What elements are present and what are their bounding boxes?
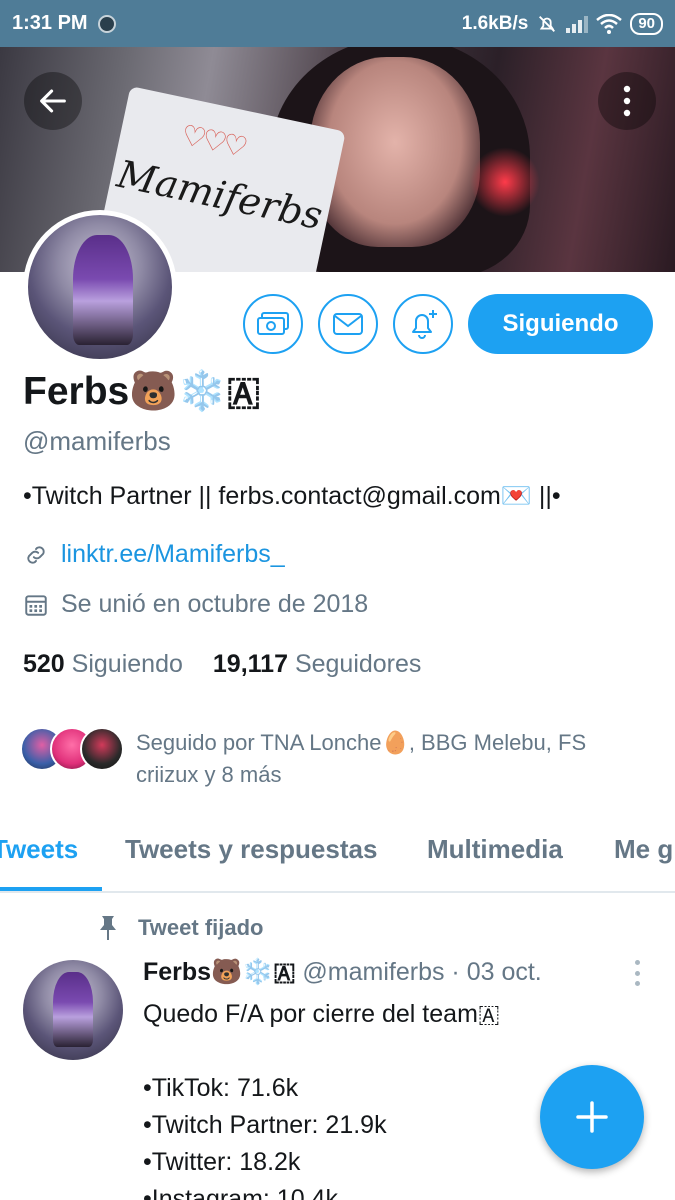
plus-icon (576, 1101, 608, 1133)
pin-icon (100, 916, 116, 940)
profile-handle: @mamiferbs (23, 426, 171, 456)
envelope-icon (333, 313, 363, 335)
arrow-left-icon (40, 89, 66, 113)
network-speed: 1.6kB/s (461, 12, 529, 34)
tab-likes[interactable]: Me g (614, 834, 673, 865)
following-button[interactable]: Siguiendo (468, 294, 653, 354)
back-button[interactable] (24, 72, 82, 130)
tweet-handle-date: @mamiferbs · 03 oct. (302, 958, 542, 986)
follow-stats: 520 Siguiendo 19,117 Seguidores (23, 650, 421, 679)
profile-link-row[interactable]: linktr.ee/Mamiferbs_ (23, 540, 285, 569)
followed-by[interactable]: Seguido por TNA Lonche🥚, BBG Melebu, FS … (20, 727, 636, 791)
bell-plus-icon (412, 310, 437, 339)
following-label: Siguiendo (71, 650, 183, 678)
join-date: Se unió en octubre de 2018 (61, 590, 369, 618)
tweet-header: Ferbs🐻❄️🇦 @mamiferbs · 03 oct. (143, 958, 542, 987)
status-time: 1:31 PM (12, 12, 88, 34)
followers-label: Seguidores (294, 650, 422, 678)
tweet-author[interactable]: Ferbs🐻❄️🇦 (143, 958, 295, 986)
more-options-button[interactable] (598, 72, 656, 130)
pinned-label: Tweet fijado (138, 915, 264, 940)
more-vertical-icon (623, 85, 631, 117)
profile-link[interactable]: linktr.ee/Mamiferbs_ (61, 540, 285, 569)
tab-media[interactable]: Multimedia (427, 834, 563, 865)
avatar (80, 727, 124, 771)
status-bar: 1:31 PM 1.6kB/s 90 (0, 0, 675, 47)
tweet-avatar[interactable] (23, 960, 123, 1060)
following-count: 520 (23, 650, 65, 678)
tip-button[interactable] (243, 294, 303, 354)
following-stat[interactable]: 520 Siguiendo (23, 650, 183, 679)
tab-tweets-replies[interactable]: Tweets y respuestas (125, 834, 377, 865)
notification-icon (97, 14, 116, 33)
followers-count: 19,117 (212, 650, 288, 678)
tweet-text: Quedo F/A por cierre del team🇦 •TikTok: … (143, 1000, 501, 1200)
active-tab-indicator (0, 887, 102, 891)
link-icon (27, 545, 45, 564)
message-button[interactable] (318, 294, 378, 354)
profile-tabs: Tweets Tweets y respuestas Multimedia Me… (0, 820, 675, 893)
money-icon (257, 312, 289, 335)
mute-bell-icon (539, 15, 556, 32)
followers-stat[interactable]: 19,117 Seguidores (213, 650, 422, 679)
profile-bio: •Twitch Partner || ferbs.contact@gmail.c… (23, 482, 561, 510)
display-name: Ferbs🐻❄️🇦 (23, 370, 261, 413)
signal-icon (566, 15, 589, 33)
tweet-menu-button[interactable] (628, 958, 646, 988)
battery-indicator: 90 (630, 12, 663, 35)
tab-tweets[interactable]: Tweets (0, 834, 78, 865)
wifi-icon (596, 13, 623, 34)
compose-tweet-button[interactable] (540, 1065, 644, 1169)
notifications-button[interactable] (393, 294, 453, 354)
pinned-label-row: Tweet fijado (96, 914, 264, 942)
followed-by-text: Seguido por TNA Lonche🥚, BBG Melebu, FS … (136, 730, 587, 787)
calendar-icon (25, 594, 47, 616)
join-date-row: Se unió en octubre de 2018 (23, 590, 368, 619)
profile-avatar[interactable] (23, 210, 177, 364)
